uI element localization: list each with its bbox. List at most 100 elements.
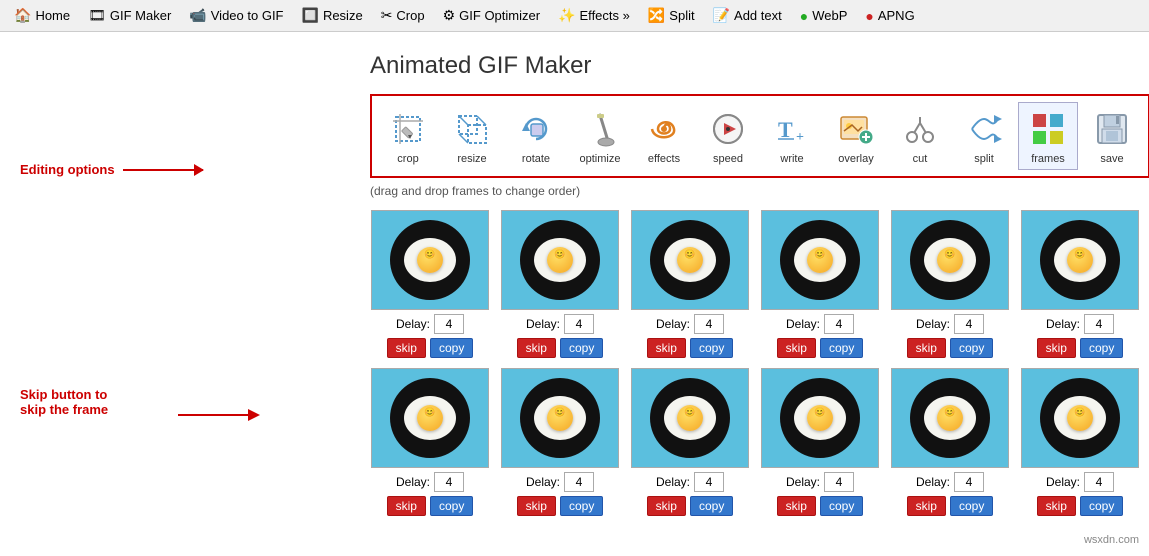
copy-button[interactable]: copy <box>430 496 473 516</box>
tool-save[interactable]: save <box>1082 103 1142 169</box>
egg-white: 😊 <box>924 396 976 440</box>
frame-delay-row: Delay: <box>526 472 594 492</box>
egg-white: 😊 <box>534 238 586 282</box>
nav-webp[interactable]: ●WebP <box>792 5 856 27</box>
egg-yolk: 😊 <box>417 405 443 431</box>
tool-overlay[interactable]: overlay <box>826 103 886 169</box>
frame-image: 7 😊 <box>371 368 489 468</box>
frame-cell: 3 😊 Delay: <box>630 210 750 358</box>
egg-white: 😊 <box>534 396 586 440</box>
delay-input[interactable] <box>694 472 724 492</box>
speed-icon <box>706 107 750 151</box>
delay-input[interactable] <box>694 314 724 334</box>
frame-image: 6 😊 <box>1021 210 1139 310</box>
frame-btn-row: skip copy <box>647 496 734 516</box>
tool-write-label: write <box>780 153 803 165</box>
frame-btn-row: skip copy <box>1037 338 1124 358</box>
egg-yolk: 😊 <box>807 247 833 273</box>
copy-button[interactable]: copy <box>950 496 993 516</box>
tool-crop[interactable]: crop <box>378 103 438 169</box>
egg-yolk: 😊 <box>1067 405 1093 431</box>
tool-effects[interactable]: effects <box>634 103 694 169</box>
tool-optimize[interactable]: optimize <box>570 103 630 169</box>
egg-illustration: 😊 <box>632 211 748 309</box>
delay-label: Delay: <box>916 475 950 489</box>
frame-delay-row: Delay: <box>916 472 984 492</box>
delay-input[interactable] <box>434 314 464 334</box>
nav-gif-maker[interactable]: 🎞GIF Maker <box>80 4 179 27</box>
egg-illustration: 😊 <box>372 369 488 467</box>
main-content: Editing options Skip button to skip the … <box>0 32 1149 536</box>
nav-crop[interactable]: ✂Crop <box>373 4 433 27</box>
egg-plate: 😊 <box>910 378 990 458</box>
copy-button[interactable]: copy <box>820 338 863 358</box>
skip-button[interactable]: skip <box>387 338 426 358</box>
nav-split[interactable]: 🔀Split <box>640 4 703 27</box>
skip-button[interactable]: skip <box>647 496 686 516</box>
tool-cut[interactable]: cut <box>890 103 950 169</box>
copy-button[interactable]: copy <box>430 338 473 358</box>
tool-speed[interactable]: speed <box>698 103 758 169</box>
nav-add-text[interactable]: 📝Add text <box>705 4 790 27</box>
copy-button[interactable]: copy <box>560 338 603 358</box>
copy-button[interactable]: copy <box>690 338 733 358</box>
crop-icon <box>386 107 430 151</box>
skip-button[interactable]: skip <box>907 496 946 516</box>
skip-button[interactable]: skip <box>647 338 686 358</box>
copy-button[interactable]: copy <box>820 496 863 516</box>
copy-button[interactable]: copy <box>1080 496 1123 516</box>
delay-input[interactable] <box>564 314 594 334</box>
nav-apng[interactable]: ●APNG <box>857 5 922 27</box>
write-icon: T + <box>770 107 814 151</box>
nav-effects[interactable]: ✨Effects » <box>550 4 638 27</box>
egg-illustration: 😊 <box>1022 369 1138 467</box>
nav-home[interactable]: 🏠Home <box>6 4 78 27</box>
copy-button[interactable]: copy <box>950 338 993 358</box>
delay-input[interactable] <box>1084 314 1114 334</box>
skip-button[interactable]: skip <box>777 496 816 516</box>
egg-illustration: 😊 <box>372 211 488 309</box>
skip-button[interactable]: skip <box>387 496 426 516</box>
nav-resize[interactable]: 🔲Resize <box>294 4 371 27</box>
delay-input[interactable] <box>824 314 854 334</box>
nav-video-to-gif[interactable]: 📹Video to GIF <box>181 4 291 27</box>
frame-delay-row: Delay: <box>1046 472 1114 492</box>
skip-button[interactable]: skip <box>777 338 816 358</box>
delay-input[interactable] <box>954 472 984 492</box>
tool-write[interactable]: T + write <box>762 103 822 169</box>
frame-image: 5 😊 <box>891 210 1009 310</box>
delay-input[interactable] <box>1084 472 1114 492</box>
egg-face: 😊 <box>807 408 833 417</box>
delay-input[interactable] <box>564 472 594 492</box>
egg-face: 😊 <box>417 250 443 259</box>
copy-button[interactable]: copy <box>560 496 603 516</box>
copy-button[interactable]: copy <box>1080 338 1123 358</box>
egg-illustration: 😊 <box>502 211 618 309</box>
tool-speed-label: speed <box>713 153 743 165</box>
copy-button[interactable]: copy <box>690 496 733 516</box>
delay-label: Delay: <box>526 317 560 331</box>
skip-button[interactable]: skip <box>517 338 556 358</box>
page-title: Animated GIF Maker <box>370 52 1119 80</box>
skip-button[interactable]: skip <box>1037 338 1076 358</box>
tool-frames[interactable]: frames <box>1018 102 1078 170</box>
delay-input[interactable] <box>824 472 854 492</box>
tool-rotate[interactable]: rotate <box>506 103 566 169</box>
tool-effects-label: effects <box>648 153 680 165</box>
tool-resize[interactable]: resize <box>442 103 502 169</box>
frame-btn-row: skip copy <box>777 496 864 516</box>
skip-button[interactable]: skip <box>907 338 946 358</box>
skip-button[interactable]: skip <box>517 496 556 516</box>
delay-input[interactable] <box>954 314 984 334</box>
egg-illustration: 😊 <box>1022 211 1138 309</box>
skip-button[interactable]: skip <box>1037 496 1076 516</box>
delay-input[interactable] <box>434 472 464 492</box>
egg-white: 😊 <box>924 238 976 282</box>
nav-gif-optimizer[interactable]: ⚙GIF Optimizer <box>435 4 548 27</box>
egg-illustration: 😊 <box>762 369 878 467</box>
tool-split[interactable]: split <box>954 103 1014 169</box>
frame-btn-row: skip copy <box>517 496 604 516</box>
frame-cell: 9 😊 Delay: <box>630 368 750 516</box>
frame-image: 8 😊 <box>501 368 619 468</box>
frame-image: 3 😊 <box>631 210 749 310</box>
